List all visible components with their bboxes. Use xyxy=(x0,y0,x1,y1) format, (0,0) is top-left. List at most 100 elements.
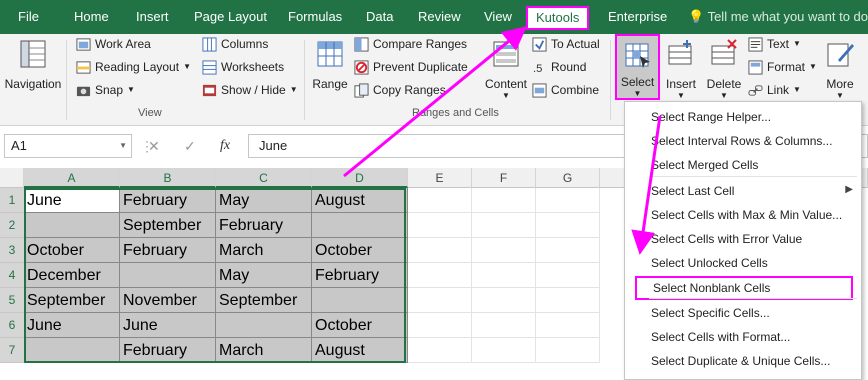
cell-d4[interactable]: February xyxy=(312,263,408,288)
text-button[interactable]: Text ▼ xyxy=(748,34,801,54)
combine-button[interactable]: Combine xyxy=(532,80,599,100)
reading-layout-button[interactable]: Reading Layout ▼ xyxy=(76,57,191,77)
range-button[interactable]: Range xyxy=(310,38,350,91)
cell-f3[interactable] xyxy=(472,238,536,263)
tab-home[interactable]: Home xyxy=(74,0,109,34)
cell-b5[interactable]: November xyxy=(120,288,216,313)
cancel-icon[interactable]: ✕ xyxy=(148,134,160,158)
delete-button[interactable]: Delete ▼ xyxy=(704,38,744,100)
cell-b4[interactable] xyxy=(120,263,216,288)
column-header-a[interactable]: A xyxy=(24,168,120,188)
cell-c2[interactable]: February xyxy=(216,213,312,238)
cell-e5[interactable] xyxy=(408,288,472,313)
tab-review[interactable]: Review xyxy=(418,0,461,34)
row-header[interactable]: 5 xyxy=(0,288,24,313)
cell-d6[interactable]: October xyxy=(312,313,408,338)
tab-file[interactable]: File xyxy=(18,0,39,34)
navigation-button[interactable]: Navigation xyxy=(4,38,62,91)
enter-icon[interactable]: ✓ xyxy=(184,134,196,158)
cell-e6[interactable] xyxy=(408,313,472,338)
more-button[interactable]: More ▼ xyxy=(820,38,860,100)
compare-ranges-button[interactable]: Compare Ranges xyxy=(354,34,467,54)
tab-insert[interactable]: Insert xyxy=(136,0,169,34)
content-button[interactable]: Content ▼ xyxy=(484,38,528,100)
row-header[interactable]: 6 xyxy=(0,313,24,338)
cell-c6[interactable] xyxy=(216,313,312,338)
cell-a4[interactable]: December xyxy=(24,263,120,288)
cell-d5[interactable] xyxy=(312,288,408,313)
cell-c5[interactable]: September xyxy=(216,288,312,313)
menu-item-select-unlocked-cells[interactable]: Select Unlocked Cells xyxy=(651,256,768,270)
menu-item-select-interval-rows-columns[interactable]: Select Interval Rows & Columns... xyxy=(651,134,832,148)
link-button[interactable]: Link ▼ xyxy=(748,80,801,100)
row-header[interactable]: 7 xyxy=(0,338,24,363)
cell-f5[interactable] xyxy=(472,288,536,313)
select-all-corner[interactable] xyxy=(0,168,24,188)
tab-data[interactable]: Data xyxy=(366,0,393,34)
cell-c3[interactable]: March xyxy=(216,238,312,263)
tell-me-box[interactable]: 💡 Tell me what you want to do... xyxy=(688,0,868,34)
cell-d2[interactable] xyxy=(312,213,408,238)
cell-g3[interactable] xyxy=(536,238,600,263)
cell-b6[interactable]: June xyxy=(120,313,216,338)
snap-button[interactable]: Snap ▼ xyxy=(76,80,135,100)
menu-item-select-cells-with-max-min-value[interactable]: Select Cells with Max & Min Value... xyxy=(651,208,842,222)
cell-e2[interactable] xyxy=(408,213,472,238)
cell-b3[interactable]: February xyxy=(120,238,216,263)
column-header-e[interactable]: E xyxy=(408,168,472,188)
work-area-button[interactable]: Work Area xyxy=(76,34,151,54)
insert-button[interactable]: Insert ▼ xyxy=(662,38,700,100)
cell-f6[interactable] xyxy=(472,313,536,338)
cell-c7[interactable]: March xyxy=(216,338,312,363)
cell-b7[interactable]: February xyxy=(120,338,216,363)
cell-f2[interactable] xyxy=(472,213,536,238)
cell-f1[interactable] xyxy=(472,188,536,213)
tab-page-layout[interactable]: Page Layout xyxy=(194,0,267,34)
cell-e4[interactable] xyxy=(408,263,472,288)
cell-f7[interactable] xyxy=(472,338,536,363)
cell-f4[interactable] xyxy=(472,263,536,288)
cell-a5[interactable]: September xyxy=(24,288,120,313)
cell-b2[interactable]: September xyxy=(120,213,216,238)
menu-item-select-nonblank-cells[interactable]: Select Nonblank Cells xyxy=(635,276,853,300)
insert-function-icon[interactable]: fx xyxy=(220,134,230,158)
menu-item-select-merged-cells[interactable]: Select Merged Cells xyxy=(651,158,758,172)
tab-formulas[interactable]: Formulas xyxy=(288,0,342,34)
cell-g4[interactable] xyxy=(536,263,600,288)
cell-g5[interactable] xyxy=(536,288,600,313)
tab-view[interactable]: View xyxy=(484,0,512,34)
worksheets-button[interactable]: Worksheets xyxy=(202,57,284,77)
cell-a1[interactable]: June xyxy=(24,188,120,213)
cell-d7[interactable]: August xyxy=(312,338,408,363)
to-actual-button[interactable]: To Actual xyxy=(532,34,600,54)
cell-e1[interactable] xyxy=(408,188,472,213)
cell-a3[interactable]: October xyxy=(24,238,120,263)
column-header-b[interactable]: B xyxy=(120,168,216,188)
cell-d3[interactable]: October xyxy=(312,238,408,263)
column-header-c[interactable]: C xyxy=(216,168,312,188)
round-button[interactable]: .5 Round xyxy=(532,57,586,77)
cell-b1[interactable]: February xyxy=(120,188,216,213)
column-header-d[interactable]: D xyxy=(312,168,408,188)
cell-g1[interactable] xyxy=(536,188,600,213)
menu-item-select-specific-cells[interactable]: Select Specific Cells... xyxy=(651,306,770,320)
copy-ranges-button[interactable]: Copy Ranges xyxy=(354,80,446,100)
row-header[interactable]: 3 xyxy=(0,238,24,263)
cell-g6[interactable] xyxy=(536,313,600,338)
show-hide-button[interactable]: Show / Hide ▼ xyxy=(202,80,298,100)
prevent-duplicate-button[interactable]: Prevent Duplicate xyxy=(354,57,468,77)
cell-d1[interactable]: August xyxy=(312,188,408,213)
menu-item-select-duplicate-unique-cells[interactable]: Select Duplicate & Unique Cells... xyxy=(651,354,830,368)
cell-a2[interactable] xyxy=(24,213,120,238)
cell-c1[interactable]: May xyxy=(216,188,312,213)
name-box[interactable]: A1 ▼ xyxy=(4,134,132,158)
menu-item-select-cells-with-format[interactable]: Select Cells with Format... xyxy=(651,330,790,344)
menu-item-select-last-cell[interactable]: Select Last Cell xyxy=(651,184,734,198)
tab-kutools[interactable]: Kutools xyxy=(526,6,590,30)
cell-a6[interactable]: June xyxy=(24,313,120,338)
cell-a7[interactable] xyxy=(24,338,120,363)
cell-g7[interactable] xyxy=(536,338,600,363)
format-button[interactable]: Format ▼ xyxy=(748,57,817,77)
row-header[interactable]: 2 xyxy=(0,213,24,238)
cell-e3[interactable] xyxy=(408,238,472,263)
